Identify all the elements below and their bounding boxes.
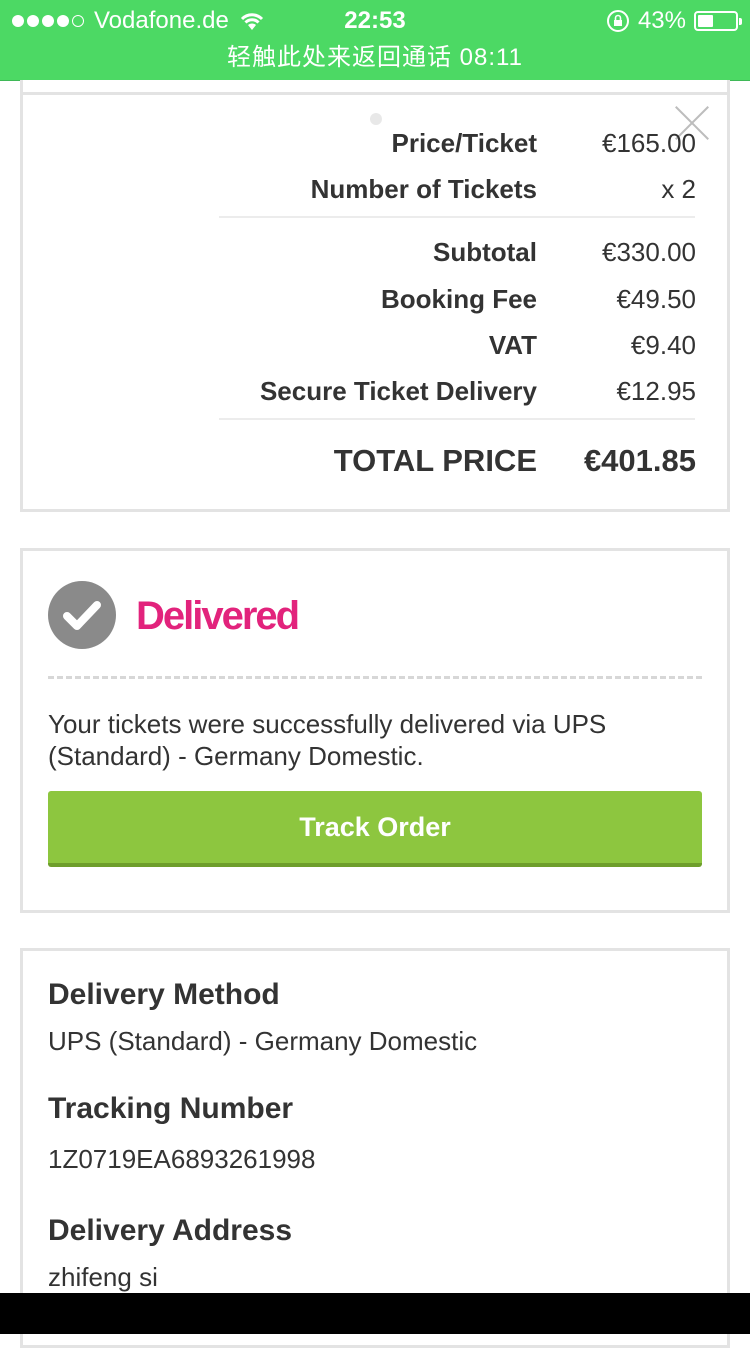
- delivery-address-title: Delivery Address: [48, 1214, 293, 1247]
- total-price-value: €401.85: [583, 443, 696, 478]
- price-row: Secure Ticket Delivery €12.95: [259, 376, 696, 406]
- tracking-number-title: Tracking Number: [48, 1092, 294, 1125]
- return-to-call-banner[interactable]: 轻触此处来返回通话 08:11: [0, 40, 750, 76]
- tracking-number-value[interactable]: 1Z0719EA6893261998: [48, 1141, 315, 1177]
- price-row: Number of Tickets x 2: [310, 174, 696, 204]
- delivery-info-card: Delivery Method UPS (Standard) - Germany…: [20, 948, 730, 1348]
- dashed-divider: [48, 676, 702, 679]
- divider: [219, 216, 695, 218]
- track-order-button[interactable]: Track Order: [48, 791, 702, 867]
- bottom-bar: [0, 1293, 750, 1334]
- price-row: Booking Fee €49.50: [380, 284, 696, 314]
- status-bar: Vodafone.de 22:53 43% 轻触此处来返回通话 08:11: [0, 0, 750, 81]
- delivery-address-value: zhifeng si: [48, 1262, 158, 1292]
- battery-icon: [694, 11, 742, 31]
- price-row: VAT €9.40: [488, 330, 696, 360]
- total-price-row: TOTAL PRICE €401.85: [23, 441, 713, 481]
- price-row: Subtotal €330.00: [433, 237, 696, 267]
- delivery-status-label: Delivered: [136, 594, 300, 638]
- checkmark-icon: [48, 581, 116, 649]
- delivery-method-value: UPS (Standard) - Germany Domestic: [48, 1026, 478, 1056]
- rotation-lock-icon: [606, 10, 629, 32]
- delivery-message: Your tickets were successfully delivered…: [48, 709, 607, 771]
- price-summary-card: Price/Ticket €165.00 Number of Tickets x…: [20, 80, 730, 512]
- delivery-method-title: Delivery Method: [48, 978, 280, 1011]
- total-price-label: TOTAL PRICE: [333, 443, 537, 478]
- delivery-status-card: Delivered Your tickets were successfully…: [20, 548, 730, 913]
- price-row: Price/Ticket €165.00: [391, 128, 696, 158]
- divider: [219, 418, 695, 420]
- battery-percent: 43%: [637, 7, 686, 34]
